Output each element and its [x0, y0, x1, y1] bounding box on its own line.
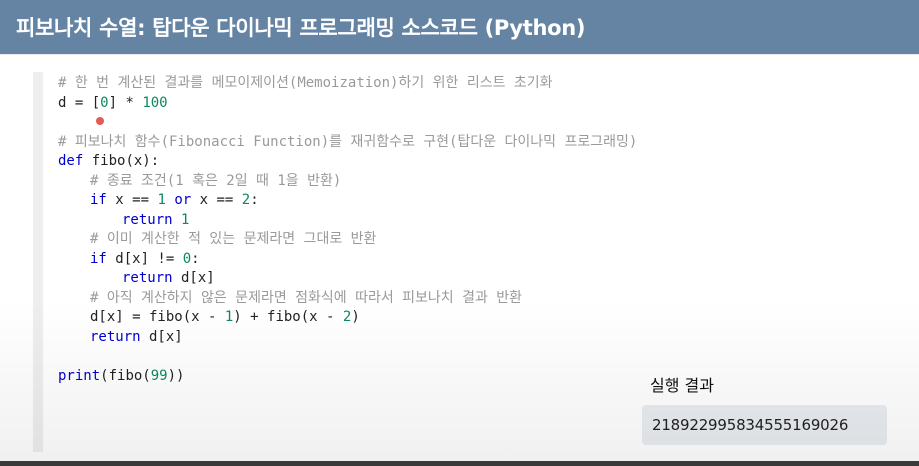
code-line-16: print(fibo(99)) — [58, 367, 637, 387]
number-literal: 1 — [157, 192, 166, 208]
code-line-10: if d[x] != 0: — [58, 250, 637, 270]
code-text: )) — [167, 367, 185, 384]
header-divider — [0, 54, 919, 55]
code-text: (fibo( — [100, 367, 151, 384]
header-bar: 피보나치 수열: 탑다운 다이나믹 프로그래밍 소스코드 (Python) — [0, 0, 919, 54]
code-line-2: d = [0] * 100 — [58, 94, 637, 114]
pointer-cursor-icon — [96, 117, 104, 125]
code-line-11: return d[x] — [58, 269, 637, 289]
result-output-box: 218922995834555169026 — [642, 405, 887, 445]
code-line-9: # 이미 계산한 적 있는 문제라면 그대로 반환 — [58, 230, 637, 250]
code-line-13: d[x] = fibo(x - 1) + fibo(x - 2) — [58, 308, 637, 328]
keyword: print — [58, 367, 101, 384]
number-literal: 100 — [142, 94, 168, 111]
code-line-14: return d[x] — [58, 328, 637, 348]
result-value: 218922995834555169026 — [652, 416, 849, 434]
code-line-5: def fibo(x): — [58, 152, 637, 172]
comment: # 이미 계산한 적 있는 문제라면 그대로 반환 — [90, 231, 377, 247]
comment: # 종료 조건(1 혹은 2일 때 1을 반환) — [90, 172, 342, 189]
comment: # 한 번 계산된 결과를 메모이제이션(Memoization)하기 위한 리… — [58, 75, 553, 91]
code-text: ) + fibo(x - — [233, 309, 343, 325]
keyword: or — [174, 192, 192, 208]
comment: # 아직 계산하지 않은 문제라면 점화식에 따라서 피보나치 결과 반환 — [90, 289, 523, 306]
keyword: def — [58, 153, 84, 169]
bottom-bar — [0, 461, 919, 466]
code-block: # 한 번 계산된 결과를 메모이제이션(Memoization)하기 위한 리… — [58, 74, 637, 386]
code-text: x == — [106, 192, 158, 208]
number-literal: 0 — [182, 250, 192, 267]
code-line-4: # 피보나치 함수(Fibonacci Function)를 재귀함수로 구현(… — [58, 133, 637, 153]
code-text: d[x] = fibo(x - — [90, 309, 225, 325]
code-text: d = [ — [58, 94, 101, 111]
code-line-8: return 1 — [58, 211, 637, 231]
code-text: d[x] — [140, 328, 183, 345]
code-text: : — [250, 192, 259, 208]
comment: # 피보나치 함수(Fibonacci Function)를 재귀함수로 구현(… — [58, 133, 638, 150]
code-text: fibo(x): — [83, 153, 160, 169]
keyword: if — [90, 250, 107, 267]
result-label: 실행 결과 — [650, 376, 714, 395]
number-literal: 99 — [150, 367, 168, 384]
code-line-6: # 종료 조건(1 혹은 2일 때 1을 반환) — [58, 172, 637, 192]
number-literal: 2 — [241, 192, 251, 208]
code-text: d[x] — [172, 270, 215, 286]
code-text: ) — [351, 309, 360, 325]
code-text: ] * — [108, 94, 143, 111]
keyword: return — [122, 211, 173, 228]
code-line-1: # 한 번 계산된 결과를 메모이제이션(Memoization)하기 위한 리… — [58, 74, 637, 94]
code-line-7: if x == 1 or x == 2: — [58, 191, 637, 211]
page-title: 피보나치 수열: 탑다운 다이나믹 프로그래밍 소스코드 (Python) — [16, 16, 586, 40]
code-text: x == — [191, 192, 242, 208]
number-literal: 1 — [181, 211, 190, 228]
keyword: if — [90, 192, 107, 208]
code-text: : — [191, 250, 200, 267]
code-text: d[x] != — [106, 250, 183, 267]
keyword: return — [122, 270, 173, 286]
keyword: return — [90, 328, 141, 345]
code-gutter — [33, 72, 43, 452]
number-literal: 0 — [100, 94, 109, 111]
code-line-12: # 아직 계산하지 않은 문제라면 점화식에 따라서 피보나치 결과 반환 — [58, 289, 637, 309]
